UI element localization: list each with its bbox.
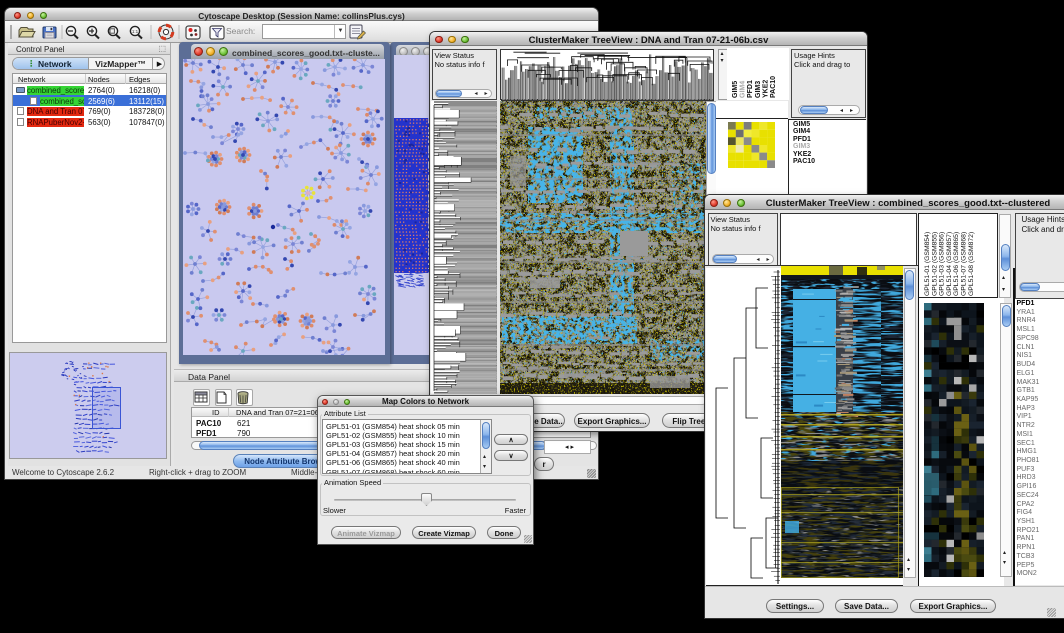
svg-text:GPL51-02 (GSM855): GPL51-02 (GSM855) xyxy=(931,231,938,295)
svg-text:GPL51-08 (GSM872): GPL51-08 (GSM872) xyxy=(968,231,975,295)
svg-text:1:1: 1:1 xyxy=(132,29,139,34)
svg-text:GPL51-06 (GSM865): GPL51-06 (GSM865) xyxy=(953,231,960,295)
svg-text:PAC10: PAC10 xyxy=(770,76,777,98)
svg-text:GPL51-07 (GSM868): GPL51-07 (GSM868) xyxy=(961,231,968,295)
svg-text:GPL51-04 (GSM857): GPL51-04 (GSM857) xyxy=(946,231,953,295)
svg-text:GIM4: GIM4 xyxy=(740,81,747,98)
svg-text:GPL51-01 (GSM854): GPL51-01 (GSM854) xyxy=(924,231,931,295)
svg-text:PFD1: PFD1 xyxy=(747,80,754,98)
svg-text:YKE2: YKE2 xyxy=(762,80,769,98)
svg-text:GPL51-03 (GSM856): GPL51-03 (GSM856) xyxy=(939,231,946,295)
svg-text:GIM5: GIM5 xyxy=(732,81,739,98)
svg-text:GIM3: GIM3 xyxy=(755,81,762,98)
